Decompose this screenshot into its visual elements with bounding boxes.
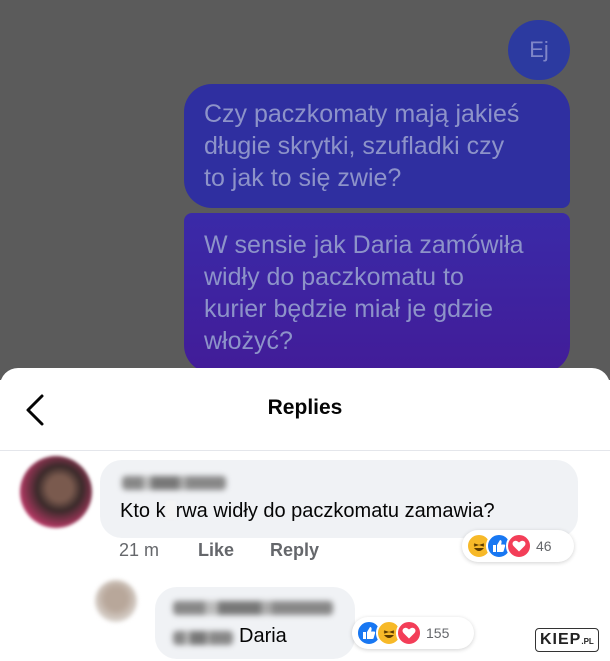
comment-text-part: Kto k [120,500,166,522]
message-bubble-question: Czy paczkomaty mają jakieś długie skrytk… [184,84,570,208]
avatar[interactable] [20,456,92,528]
blurred-mention [173,631,233,645]
comment-text-part: rwa widły do paczkomatu zamawia? [175,500,495,522]
comment-bubble[interactable]: Daria [155,587,355,659]
sheet-header: Replies [0,368,610,451]
watermark-text: KIEP [540,631,582,648]
reaction-summary[interactable]: 155 [352,617,474,649]
blurred-author-name [173,601,333,615]
avatar[interactable] [95,580,137,622]
comment-bubble[interactable]: Kto k rwa widły do paczkomatu zamawia? [100,460,578,538]
sheet-title: Replies [267,396,343,419]
message-text: Ej [529,37,549,62]
message-line: włożyć? [204,327,293,355]
reaction-count: 155 [426,625,450,641]
censor-mark [165,501,176,519]
reply-button[interactable]: Reply [270,540,319,561]
comment-timestamp: 21 m [119,540,160,560]
comment-text: Daria [239,625,287,647]
blurred-author-name [122,476,226,490]
message-line: W sensie jak Daria zamówiła [204,231,524,259]
chat-background: Ej Czy paczkomaty mają jakieś długie skr… [0,0,610,380]
message-line: widły do paczkomatu to [204,263,464,291]
replies-sheet: Replies Kto k rwa widły do paczkomatu zam… [0,368,610,661]
message-line: Czy paczkomaty mają jakieś [204,100,520,128]
watermark-logo: KIEP.PL [535,628,599,652]
reaction-summary[interactable]: 46 [462,530,574,562]
like-button[interactable]: Like [198,540,234,561]
message-line: długie skrytki, szufladki czy [204,132,505,160]
love-reaction-icon [396,620,422,646]
message-bubble-ej: Ej [508,20,570,80]
message-bubble-explanation: W sensie jak Daria zamówiła widły do pac… [184,213,570,373]
reaction-count: 46 [536,538,552,554]
message-line: to jak to się zwie? [204,164,402,192]
love-reaction-icon [506,533,532,559]
watermark-suffix: .PL [581,637,594,646]
comment-text: Kto k rwa widły do paczkomatu zamawia? [120,500,495,523]
message-line: kurier będzie miał je gdzie [204,295,494,323]
